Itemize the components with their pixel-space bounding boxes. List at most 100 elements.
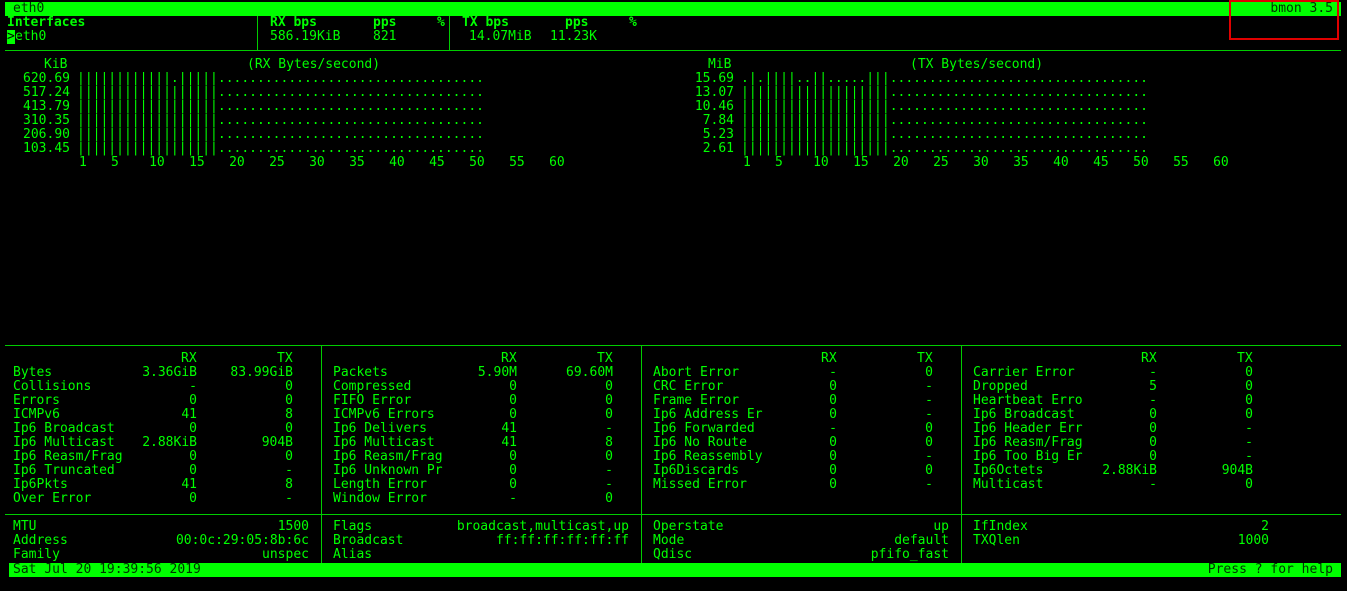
interface-tab[interactable]: eth0 bbox=[13, 2, 44, 16]
stat-tx-value: 0 bbox=[285, 449, 293, 464]
stat-label: Ip6 Unknown Pr bbox=[333, 463, 443, 478]
x-tick: 40 bbox=[389, 155, 405, 170]
stat-label: CRC Error bbox=[653, 379, 724, 394]
info-label: Address bbox=[13, 533, 68, 548]
info-value: 1000 bbox=[1237, 533, 1269, 548]
tx-y-axis: 15.69 13.07 10.46 7.84 5.23 2.61 bbox=[674, 72, 734, 156]
stat-label: Ip6 Delivers bbox=[333, 421, 427, 436]
stat-tx-value: 0 bbox=[1245, 407, 1253, 422]
stat-label: Ip6Octets bbox=[973, 463, 1044, 478]
stat-label: Over Error bbox=[13, 491, 92, 506]
stat-tx-value: 8 bbox=[285, 407, 293, 422]
stat-tx-value: 69.60M bbox=[566, 365, 613, 380]
col-tx-pct: % bbox=[629, 15, 637, 30]
x-tick: 10 bbox=[813, 155, 829, 170]
stat-tx-value: 0 bbox=[925, 365, 933, 380]
x-tick: 25 bbox=[269, 155, 285, 170]
col-tx-bps: TX bps bbox=[462, 15, 509, 30]
y-tick: 517.24 bbox=[23, 85, 70, 100]
y-tick: 310.35 bbox=[23, 113, 70, 128]
stat-rx-value: 0 bbox=[189, 463, 197, 478]
row-tx-pps: 11.23K bbox=[550, 29, 597, 44]
bar-row: |||||||||||||||||||.....................… bbox=[741, 127, 1148, 142]
stat-tx-value: 904B bbox=[1221, 463, 1253, 478]
stat-rx-value: 0 bbox=[509, 379, 517, 394]
stat-label: Ip6 Forwarded bbox=[653, 421, 755, 436]
stat-label: Ip6 Reasm/Frag bbox=[13, 449, 123, 464]
col-rx-pps: pps bbox=[373, 15, 397, 30]
x-tick: 45 bbox=[429, 155, 445, 170]
stat-label: Ip6 Truncated bbox=[13, 463, 115, 478]
tx-graph-title: (TX Bytes/second) bbox=[910, 57, 1044, 72]
stat-label: Length Error bbox=[333, 477, 427, 492]
row-cursor: > bbox=[7, 29, 15, 44]
x-tick: 55 bbox=[509, 155, 525, 170]
info-value: 00:0c:29:05:8b:6c bbox=[175, 533, 309, 548]
stat-tx-value: 0 bbox=[1245, 393, 1253, 408]
bar-row: |||||||||||||||||||.....................… bbox=[741, 99, 1148, 114]
y-tick: 5.23 bbox=[702, 127, 734, 142]
stat-label: Compressed bbox=[333, 379, 412, 394]
x-tick: 5 bbox=[111, 155, 119, 170]
y-tick: 103.45 bbox=[23, 141, 70, 156]
y-tick: 413.79 bbox=[23, 99, 70, 114]
divider bbox=[257, 16, 258, 50]
stat-tx-value: 0 bbox=[925, 463, 933, 478]
stat-rx-value: 0 bbox=[829, 477, 837, 492]
divider bbox=[5, 514, 1341, 515]
row-rx-pps: 821 bbox=[373, 29, 397, 44]
stat-rx-value: 41 bbox=[181, 477, 197, 492]
stat-rx-value: 0 bbox=[829, 407, 837, 422]
stat-rx-value: 0 bbox=[509, 463, 517, 478]
highlight-box bbox=[1229, 0, 1339, 40]
y-tick: 620.69 bbox=[23, 71, 70, 86]
info-value: 2 bbox=[1261, 519, 1269, 534]
stat-tx-value: 0 bbox=[1245, 379, 1253, 394]
stat-rx-value: 0 bbox=[1149, 435, 1157, 450]
y-tick: 15.69 bbox=[694, 71, 734, 86]
bar-row: ||||||||||||||||||......................… bbox=[77, 141, 484, 156]
stat-label: Heartbeat Erro bbox=[973, 393, 1083, 408]
stat-tx-value: - bbox=[925, 393, 933, 408]
stat-rx-value: - bbox=[509, 491, 517, 506]
stat-label: Ip6 Multicast bbox=[13, 435, 115, 450]
stats-rx-header: RX bbox=[821, 351, 837, 366]
col-rx-pct: % bbox=[437, 15, 445, 30]
info-label: Mode bbox=[653, 533, 685, 548]
stat-rx-value: 0 bbox=[509, 449, 517, 464]
stat-label: Ip6Discards bbox=[653, 463, 740, 478]
x-tick: 45 bbox=[1093, 155, 1109, 170]
info-label: MTU bbox=[13, 519, 37, 534]
stat-tx-value: 0 bbox=[605, 449, 613, 464]
stat-label: Ip6 Header Err bbox=[973, 421, 1083, 436]
stat-tx-value: 0 bbox=[285, 393, 293, 408]
stat-label: Ip6 Reasm/Frag bbox=[333, 449, 443, 464]
info-label: Qdisc bbox=[653, 547, 693, 562]
stats-rx-header: RX bbox=[181, 351, 197, 366]
x-tick: 25 bbox=[933, 155, 949, 170]
stat-tx-value: 904B bbox=[261, 435, 293, 450]
stat-rx-value: 0 bbox=[829, 463, 837, 478]
x-tick: 50 bbox=[1133, 155, 1149, 170]
stat-label: Ip6 Broadcast bbox=[13, 421, 115, 436]
stat-label: Dropped bbox=[973, 379, 1028, 394]
x-tick: 15 bbox=[189, 155, 205, 170]
stat-tx-value: 0 bbox=[605, 379, 613, 394]
stat-rx-value: - bbox=[829, 421, 837, 436]
rx-y-axis: 620.69 517.24 413.79 310.35 206.90 103.4… bbox=[10, 72, 70, 156]
stat-label: Window Error bbox=[333, 491, 427, 506]
status-bar: Sat Jul 20 19:39:56 2019 Press ? for hel… bbox=[9, 563, 1341, 577]
bar-row: ||||||||||||||||||......................… bbox=[77, 113, 484, 128]
help-hint[interactable]: Press ? for help bbox=[1208, 563, 1333, 577]
stat-rx-value: 0 bbox=[1149, 407, 1157, 422]
x-tick: 35 bbox=[349, 155, 365, 170]
stat-label: Ip6 Address Er bbox=[653, 407, 763, 422]
tx-graph-unit: MiB bbox=[708, 57, 732, 72]
y-tick: 206.90 bbox=[23, 127, 70, 142]
stat-label: Multicast bbox=[973, 477, 1044, 492]
info-value: broadcast,multicast,up bbox=[456, 519, 629, 534]
stats-tx-header: TX bbox=[597, 351, 613, 366]
y-tick: 13.07 bbox=[694, 85, 734, 100]
stat-tx-value: - bbox=[285, 491, 293, 506]
row-name[interactable]: eth0 bbox=[15, 30, 46, 44]
